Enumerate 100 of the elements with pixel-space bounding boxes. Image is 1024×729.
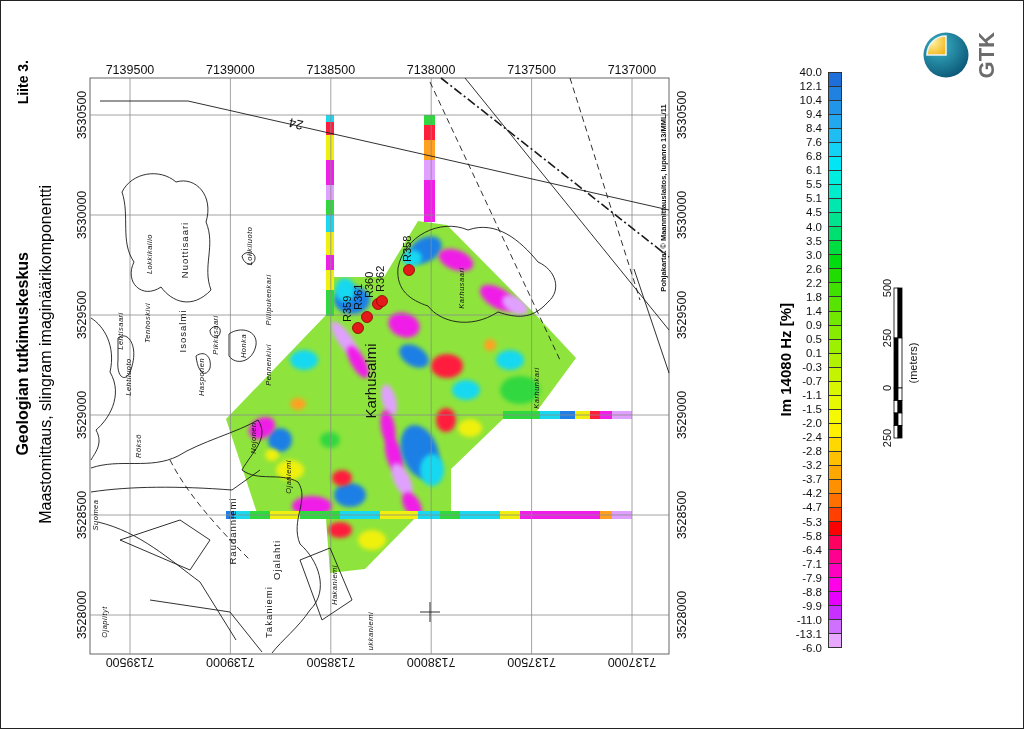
northing-label: 3530000 [675,190,689,240]
northing-label: 3529500 [75,290,89,340]
color-scale-value: -0.7 [801,374,822,389]
color-scale-value: 0.9 [805,317,822,332]
northing-label: 3529500 [675,290,689,340]
easting-label: 7139000 [206,655,255,669]
easting-label: 7138000 [406,63,456,77]
color-scale-value: 4.0 [805,219,822,234]
road-number-label: 24 [287,115,305,133]
color-scale-value: 0.5 [805,331,822,346]
anomaly-patch [388,312,420,338]
color-scale-value: 12.1 [798,79,822,94]
northing-label: 3528000 [75,590,89,640]
color-scale-value: 4.5 [805,205,822,220]
station-label: R358 [401,235,413,262]
color-scale-value: 3.0 [805,247,822,262]
place-name-label: Nuottisaari [178,221,190,279]
scale-label: 250 [881,428,893,448]
color-scale-value: 5.5 [805,177,822,192]
station-dot-icon [376,295,388,307]
color-scale-value: -8.8 [801,584,822,599]
anomaly-patch [399,344,429,368]
place-name-label: Isosalmi [176,309,188,353]
northing-label: 3529000 [75,390,89,440]
northing-label: 3530500 [675,90,689,140]
color-scale-value: 3.5 [805,233,822,248]
easting-label: 7138500 [306,63,356,77]
northing-label: 3530500 [75,90,89,140]
anomaly-patch [320,432,340,448]
station-label: R359 [341,295,353,322]
color-scale-value: 5.1 [805,191,822,206]
color-scale-value: 6.8 [805,149,822,164]
station-dot-icon [361,311,373,323]
color-scale-value: -4.7 [801,500,822,515]
map-subtitle: Maastomittaus, slingram imaginäärikomponentti [37,185,55,524]
northing-label: 3528000 [675,590,689,640]
color-scale-value: -5.8 [801,528,822,543]
color-scale-value: -6.4 [801,542,822,557]
color-scale-value: -3.2 [801,458,822,473]
scale-label: 250 [881,328,893,348]
easting-label: 7137000 [607,63,657,77]
northing-label: 3530000 [75,190,89,240]
color-scale-value: -1.1 [801,388,822,403]
color-scale-value: 10.4 [798,93,822,108]
color-scale-value: -2.8 [801,444,822,459]
station-label: R362 [374,265,386,292]
color-scale-value: 40.0 [798,65,822,80]
easting-label: 7137000 [607,655,657,669]
easting-label: 7139500 [105,655,155,669]
color-scale-value: -0.3 [801,360,822,375]
color-scale-value: 0.1 [805,345,822,360]
appendix-label: Liite 3. [14,60,32,105]
scale-label: 0 [881,384,893,392]
scale-unit-label: (meters) [907,342,919,384]
color-scale-value: 7.6 [805,135,822,150]
anomaly-patch [328,522,352,538]
place-name-label: Karhusalmi [361,343,379,419]
logo-wordmark: GTK [976,32,998,79]
place-name-label: Raudanniemi [226,497,238,565]
color-scale-value: -4.2 [801,486,822,501]
color-scale-value: -11.0 [795,612,822,627]
anomaly-patch [358,530,386,550]
organization-title: Geologian tutkimuskeskus [14,252,32,456]
color-scale-value: 6.1 [805,163,822,178]
color-scale-value: 1.8 [805,289,822,304]
place-name-label: Ojalahti [270,539,282,581]
easting-label: 7137500 [507,63,556,77]
station-dot-icon [352,322,364,334]
northing-label: 3528500 [675,490,689,540]
color-scale-value: -2.4 [801,430,822,445]
anomaly-patch [290,398,306,410]
anomaly-patch [381,384,397,416]
place-name-label: Takaniemi [262,586,274,638]
color-scale-value: 8.4 [805,121,822,136]
scale-label: 500 [881,278,893,298]
northing-label: 3528500 [75,490,89,540]
color-scale-value: -1.5 [801,402,822,417]
northing-label: 3529000 [675,390,689,440]
color-scale-value: -9.9 [801,598,822,613]
color-scale-value: -6.0 [801,640,822,655]
globe-logo-icon [923,32,969,78]
easting-label: 7139000 [206,63,255,77]
color-scale-title: Im 14080 Hz [%] [778,303,794,417]
color-scale-value: 1.4 [805,303,822,318]
easting-label: 7137500 [507,655,556,669]
color-scale-value: -7.1 [801,556,822,571]
color-scale-value: -2.0 [801,416,822,431]
color-scale-value: -3.7 [801,472,822,487]
anomaly-patch [431,354,463,378]
color-scale-value: 2.2 [805,275,822,290]
anomaly-patch [290,350,318,370]
color-scale-value: 9.4 [805,107,822,122]
color-scale-value: -5.3 [801,514,822,529]
anomaly-patch [452,380,480,400]
station-dot-icon [403,264,415,276]
color-scale-value: 2.6 [805,261,822,276]
color-scale-value: -13.1 [794,626,822,641]
easting-label: 7139500 [105,63,155,77]
easting-label: 7138000 [406,655,456,669]
station-label: R360 [363,271,375,298]
